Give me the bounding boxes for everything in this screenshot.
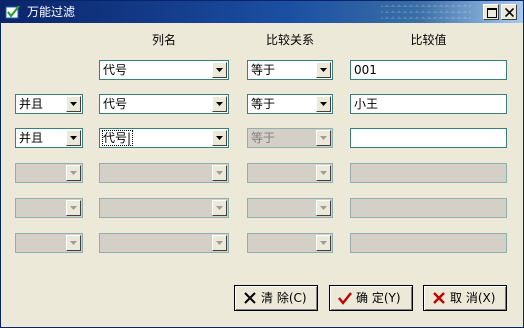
row6-column-dropdown [212, 235, 227, 251]
maximize-button[interactable] [483, 4, 499, 20]
chevron-down-icon [320, 171, 327, 175]
row3-logic-value: 并且 [19, 131, 44, 145]
chevron-down-icon [216, 171, 223, 175]
row6-logic-dropdown [66, 235, 81, 251]
row3-column-dropdown[interactable] [212, 130, 227, 146]
row3-column-value: 代号| [101, 130, 134, 146]
value-header: 比较值 [410, 33, 447, 47]
row2-logic-select[interactable]: 并且 [15, 94, 83, 114]
close-icon [505, 8, 514, 17]
row5-operator-dropdown [316, 200, 331, 216]
row6-operator-dropdown [316, 235, 331, 251]
ok-button-label: 确 定(Y) [356, 291, 401, 305]
chevron-down-icon [320, 68, 327, 72]
row4-logic-select [15, 163, 83, 183]
column-header: 列名 [151, 33, 176, 47]
row1-column-value: 代号 [103, 63, 128, 77]
row3-logic-dropdown[interactable] [66, 130, 81, 146]
chevron-down-icon [320, 102, 327, 106]
row1-column-dropdown[interactable] [212, 62, 227, 78]
row5-column-dropdown [212, 200, 227, 216]
row5-logic-dropdown [66, 200, 81, 216]
row6-value-input [350, 233, 507, 253]
ok-button[interactable]: 确 定(Y) [329, 285, 413, 311]
row2-operator-dropdown[interactable] [316, 96, 331, 112]
row3-logic-select[interactable]: 并且 [15, 128, 83, 148]
row3-operator-dropdown [316, 130, 331, 146]
row1-value-input[interactable]: 001 [350, 60, 507, 80]
chevron-down-icon [216, 206, 223, 210]
row2-logic-dropdown[interactable] [66, 96, 81, 112]
chevron-down-icon [320, 136, 327, 140]
chevron-down-icon [320, 241, 327, 245]
row3-column-select[interactable]: 代号| [99, 128, 229, 148]
chevron-down-icon [70, 136, 77, 140]
chevron-down-icon [70, 102, 77, 106]
row6-operator-select [247, 233, 333, 253]
filter-dialog: 万能过滤 列名 比较关系 比较值 代号 等于 001 并且 代号 等于 小王 并… [0, 0, 524, 328]
row5-value-input [350, 198, 507, 218]
row5-column-select [99, 198, 229, 218]
chevron-down-icon [70, 241, 77, 245]
row1-operator-value: 等于 [251, 63, 276, 77]
row4-column-select [99, 163, 229, 183]
cancel-button[interactable]: 取 消(X) [423, 285, 507, 311]
row1-operator-dropdown[interactable] [316, 62, 331, 78]
chevron-down-icon [216, 136, 223, 140]
title-bar-pattern [381, 1, 471, 23]
row6-logic-select [15, 233, 83, 253]
row4-operator-dropdown [316, 165, 331, 181]
row2-column-dropdown[interactable] [212, 96, 227, 112]
row2-column-value: 代号 [103, 97, 128, 111]
row3-operator-select: 等于 [247, 128, 333, 148]
row3-value-input[interactable] [350, 128, 507, 148]
row2-value-input[interactable]: 小王 [350, 94, 507, 114]
row2-operator-value: 等于 [251, 97, 276, 111]
row1-operator-select[interactable]: 等于 [247, 60, 333, 80]
chevron-down-icon [216, 102, 223, 106]
checkmark-icon [338, 292, 352, 305]
row4-operator-select [247, 163, 333, 183]
clear-button-label: 清 除(C) [261, 291, 307, 305]
operator-header: 比较关系 [265, 33, 314, 47]
row4-column-dropdown [212, 165, 227, 181]
clear-button[interactable]: 清 除(C) [234, 285, 318, 311]
filter-check-icon [5, 5, 20, 19]
row5-operator-select [247, 198, 333, 218]
row4-value-input [350, 163, 507, 183]
row1-column-select[interactable]: 代号 [99, 60, 229, 80]
row2-value-text: 小王 [354, 97, 379, 111]
maximize-icon [487, 8, 497, 18]
chevron-down-icon [320, 206, 327, 210]
row6-column-select [99, 233, 229, 253]
row4-logic-dropdown [66, 165, 81, 181]
row1-value-text: 001 [354, 63, 377, 77]
row2-column-select[interactable]: 代号 [99, 94, 229, 114]
clear-x-icon [244, 292, 256, 304]
window-title: 万能过滤 [27, 5, 76, 19]
cancel-button-label: 取 消(X) [450, 291, 496, 305]
chevron-down-icon [70, 206, 77, 210]
row2-logic-value: 并且 [19, 97, 44, 111]
chevron-down-icon [216, 68, 223, 72]
row2-operator-select[interactable]: 等于 [247, 94, 333, 114]
row3-operator-value: 等于 [251, 131, 276, 145]
close-button[interactable] [501, 4, 517, 20]
cancel-x-icon [433, 292, 445, 304]
row5-logic-select [15, 198, 83, 218]
chevron-down-icon [70, 171, 77, 175]
chevron-down-icon [216, 241, 223, 245]
title-bar: 万能过滤 [1, 1, 523, 23]
